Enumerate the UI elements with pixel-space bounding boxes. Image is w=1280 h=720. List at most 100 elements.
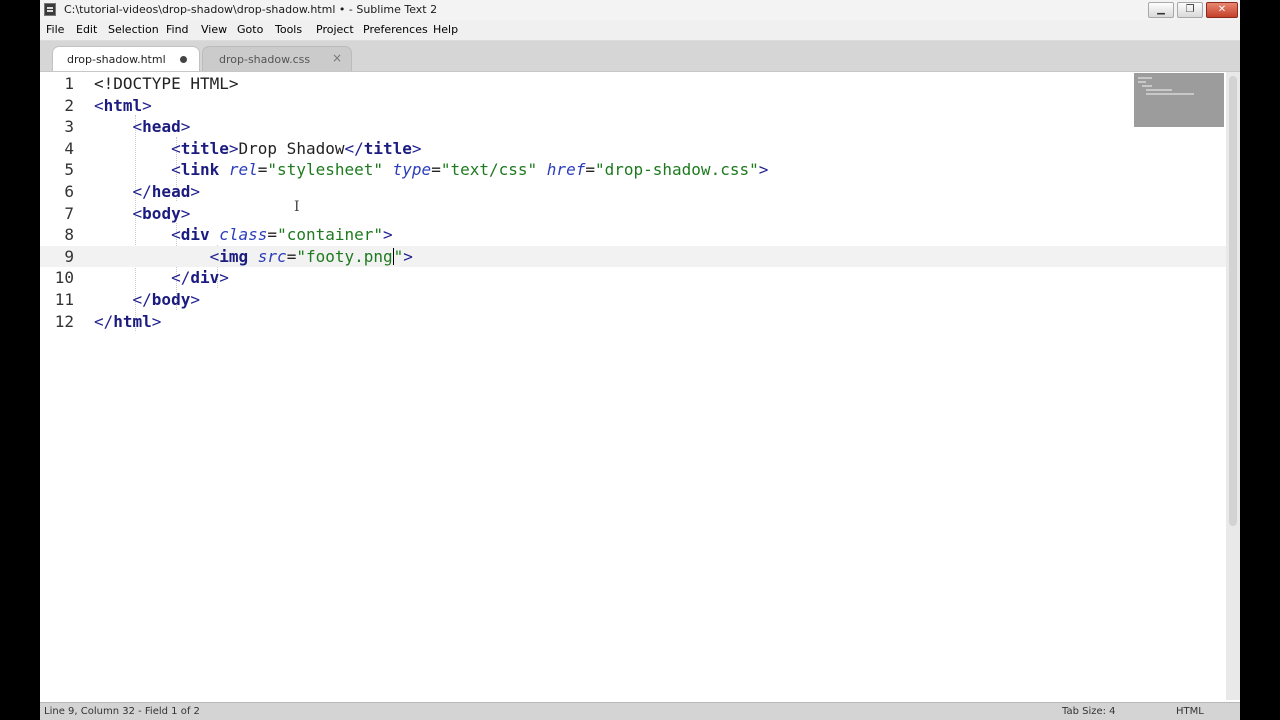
plain-text bbox=[248, 247, 258, 266]
minimap-line bbox=[1146, 93, 1194, 95]
sublime-text-window: C:\tutorial-videos\drop-shadow\drop-shad… bbox=[40, 0, 1240, 720]
code-line[interactable]: 12 </html> bbox=[40, 311, 1226, 332]
tab-size-status[interactable]: Tab Size: 4 bbox=[1062, 706, 1116, 717]
code-line[interactable]: 8 <div class="container"> bbox=[40, 224, 1226, 245]
tab-label: drop-shadow.css bbox=[219, 53, 311, 66]
tag-bracket: > bbox=[151, 311, 162, 331]
code-text: <title>Drop Shadow</title> bbox=[94, 138, 422, 159]
code-editor[interactable]: I 1 <!DOCTYPE HTML> 2 <html> 3 <head> 4 <titl… bbox=[40, 72, 1226, 700]
attribute-name: class bbox=[219, 225, 268, 245]
tag-bracket: < bbox=[171, 138, 181, 158]
plain-text: = bbox=[257, 160, 268, 180]
code-line[interactable]: 9 <img src="footy.png"> bbox=[40, 245, 1226, 267]
code-line[interactable]: 5 <link rel="stylesheet" type="text/css"… bbox=[40, 159, 1226, 180]
tag-bracket: </ bbox=[132, 182, 152, 201]
line-number: 9 bbox=[64, 246, 74, 266]
code-line[interactable]: 3 <head> bbox=[40, 116, 1226, 137]
window-title: C:\tutorial-videos\drop-shadow\drop-shad… bbox=[64, 3, 438, 16]
plain-text: = bbox=[286, 246, 297, 266]
minimize-button[interactable]: ▁ bbox=[1148, 2, 1174, 18]
string-value: "container" bbox=[277, 225, 384, 245]
tag-bracket: > bbox=[758, 160, 769, 180]
attribute-name: rel bbox=[228, 160, 258, 180]
plain-text: = bbox=[431, 160, 441, 180]
close-icon[interactable]: × bbox=[332, 51, 342, 65]
line-number: 1 bbox=[64, 74, 74, 93]
tab-drop-shadow-css[interactable]: drop-shadow.css × bbox=[202, 46, 352, 71]
tag-bracket: < bbox=[209, 246, 220, 266]
line-number: 6 bbox=[64, 182, 74, 201]
tag-bracket: < bbox=[171, 225, 181, 245]
tag-bracket: < bbox=[132, 117, 143, 137]
menu-project[interactable]: Project bbox=[316, 23, 354, 36]
code-line[interactable]: 6 </head> bbox=[40, 181, 1226, 202]
line-number: 3 bbox=[64, 117, 74, 137]
plain-text bbox=[210, 225, 220, 244]
title-bar: C:\tutorial-videos\drop-shadow\drop-shad… bbox=[40, 0, 1240, 21]
menu-help[interactable]: Help bbox=[433, 23, 458, 36]
tag-bracket: < bbox=[132, 203, 143, 223]
tag-bracket: > bbox=[383, 225, 393, 245]
tag-name: div bbox=[190, 268, 220, 288]
menu-view[interactable]: View bbox=[201, 23, 227, 36]
unsaved-indicator-icon[interactable] bbox=[180, 56, 187, 63]
code-text: </body> bbox=[94, 289, 200, 310]
tag-bracket: > bbox=[142, 95, 152, 115]
maximize-button[interactable]: ❐ bbox=[1177, 2, 1203, 18]
code-line[interactable]: 2 <html> bbox=[40, 95, 1226, 116]
tag-name: body bbox=[142, 203, 181, 223]
menu-edit[interactable]: Edit bbox=[76, 23, 97, 36]
tag-name: body bbox=[151, 290, 191, 309]
code-text: </head> bbox=[94, 181, 200, 202]
code-line[interactable]: 10 </div> bbox=[40, 267, 1226, 288]
cursor-position-status: Line 9, Column 32 - Field 1 of 2 bbox=[44, 706, 200, 717]
line-number: 4 bbox=[64, 138, 74, 158]
sublime-app-icon[interactable] bbox=[44, 3, 56, 16]
line-number: 8 bbox=[64, 225, 74, 245]
code-line[interactable]: 4 <title>Drop Shadow</title> bbox=[40, 138, 1226, 159]
menu-preferences[interactable]: Preferences bbox=[363, 23, 428, 36]
string-value: "drop-shadow.css" bbox=[594, 160, 759, 180]
minimap[interactable] bbox=[1134, 73, 1224, 127]
tag-name: title bbox=[363, 138, 412, 158]
line-number: 10 bbox=[54, 268, 74, 288]
tab-label: drop-shadow.html bbox=[67, 53, 166, 66]
line-number: 11 bbox=[54, 290, 74, 309]
close-button[interactable]: ✕ bbox=[1206, 2, 1238, 18]
menu-tools[interactable]: Tools bbox=[275, 23, 302, 36]
menu-goto[interactable]: Goto bbox=[237, 23, 263, 36]
string-value: "stylesheet" bbox=[267, 160, 384, 180]
code-text: <!DOCTYPE HTML> bbox=[94, 73, 239, 94]
plain-text: <!DOCTYPE HTML> bbox=[94, 74, 239, 93]
tag-name: head bbox=[142, 117, 181, 137]
tag-bracket: </ bbox=[171, 268, 191, 288]
menu-selection[interactable]: Selection bbox=[108, 23, 159, 36]
code-line[interactable]: 11 </body> bbox=[40, 289, 1226, 310]
tab-drop-shadow-html[interactable]: drop-shadow.html bbox=[52, 46, 200, 71]
menu-find[interactable]: Find bbox=[166, 23, 189, 36]
code-line[interactable]: 7 <body> bbox=[40, 203, 1226, 224]
syntax-status[interactable]: HTML bbox=[1176, 706, 1204, 717]
code-text: <html> bbox=[94, 95, 152, 116]
tag-bracket: > bbox=[228, 138, 239, 158]
menu-file[interactable]: File bbox=[46, 23, 64, 36]
attribute-name: src bbox=[257, 246, 287, 266]
code-text: </div> bbox=[94, 267, 229, 288]
tag-name: title bbox=[180, 138, 229, 158]
plain-text bbox=[219, 160, 229, 179]
code-text: </html> bbox=[94, 311, 161, 332]
tag-bracket: </ bbox=[94, 311, 114, 331]
restore-icon: ❐ bbox=[1185, 4, 1195, 15]
line-number: 7 bbox=[64, 203, 74, 223]
scrollbar-thumb[interactable] bbox=[1229, 76, 1237, 526]
code-line[interactable]: 1 <!DOCTYPE HTML> bbox=[40, 73, 1226, 94]
plain-text: = bbox=[267, 225, 278, 245]
tag-bracket: < bbox=[171, 160, 181, 180]
plain-text: = bbox=[585, 160, 595, 180]
